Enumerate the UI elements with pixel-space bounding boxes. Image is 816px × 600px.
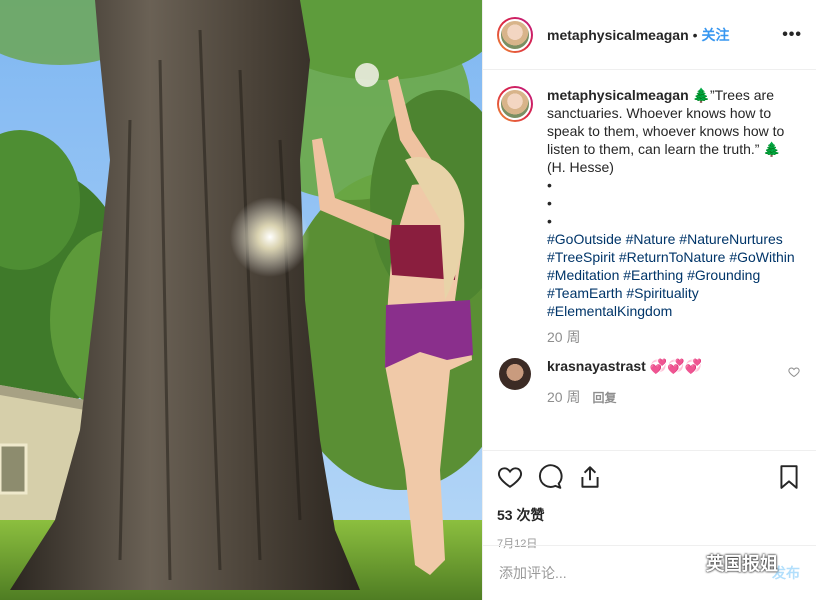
- comment-icon[interactable]: [537, 464, 563, 490]
- comment-text: 💞💞💞: [645, 358, 703, 374]
- bullet: •: [547, 213, 552, 229]
- bullet: •: [547, 177, 552, 193]
- comment-meta: 20 周 回复: [547, 387, 702, 407]
- caption-row: metaphysicalmeagan 🌲”Trees are sanctuari…: [497, 86, 800, 346]
- caption-bullets: • • •: [547, 176, 799, 230]
- caption-username[interactable]: metaphysicalmeagan: [547, 87, 689, 103]
- watermark: 英国报姐: [676, 550, 778, 576]
- follow-button[interactable]: 关注: [702, 25, 730, 45]
- comment-input[interactable]: 添加评论...: [499, 563, 567, 583]
- post-panel: metaphysicalmeagan • 关注 ••• metaphysical…: [482, 0, 816, 600]
- post-photo[interactable]: [0, 0, 482, 600]
- watermark-text: 英国报姐: [706, 554, 778, 574]
- commenter-avatar[interactable]: [499, 358, 531, 390]
- reply-button[interactable]: 回复: [592, 389, 616, 406]
- author-avatar[interactable]: [497, 16, 533, 53]
- heart-icon[interactable]: [497, 464, 523, 490]
- share-icon[interactable]: [577, 464, 603, 490]
- more-options-icon[interactable]: •••: [782, 26, 802, 44]
- caption-avatar[interactable]: [497, 86, 533, 122]
- post-actions: 53 次赞 7月12日: [483, 450, 816, 551]
- bullet: •: [547, 195, 552, 211]
- comments-section: metaphysicalmeagan 🌲”Trees are sanctuari…: [483, 70, 816, 450]
- separator-dot: •: [692, 26, 698, 43]
- likes-count[interactable]: 53 次赞: [497, 505, 802, 525]
- post-header: metaphysicalmeagan • 关注 •••: [483, 0, 816, 70]
- commenter-username[interactable]: krasnayastrast: [547, 358, 646, 374]
- comment-row: krasnayastrast 💞💞💞 20 周 回复: [497, 358, 800, 407]
- wechat-icon: [676, 554, 698, 571]
- action-icons: [497, 461, 802, 493]
- comment-like-icon[interactable]: [788, 366, 800, 381]
- comment-body: krasnayastrast 💞💞💞 20 周 回复: [547, 358, 702, 407]
- bookmark-icon[interactable]: [776, 464, 802, 490]
- author-username[interactable]: metaphysicalmeagan: [547, 27, 689, 43]
- caption-age[interactable]: 20 周: [547, 328, 799, 346]
- comment-age[interactable]: 20 周: [547, 387, 580, 407]
- caption: metaphysicalmeagan 🌲”Trees are sanctuari…: [547, 86, 799, 346]
- caption-hashtags[interactable]: #GoOutside #Nature #NatureNurtures #Tree…: [547, 230, 799, 320]
